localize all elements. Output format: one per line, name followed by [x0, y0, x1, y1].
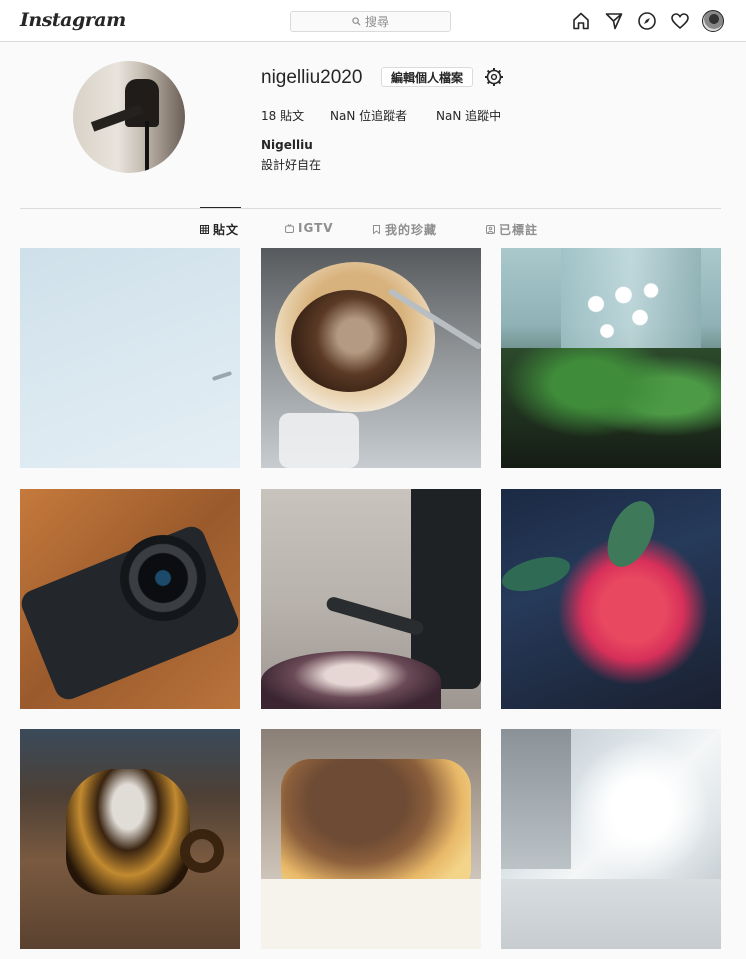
igtv-icon	[285, 223, 294, 233]
search-placeholder: 搜尋	[364, 15, 389, 29]
search-input[interactable]: 搜尋	[290, 11, 451, 32]
settings-gear-icon[interactable]	[484, 67, 504, 87]
post-thumbnail-street[interactable]	[501, 729, 721, 949]
profile-full-name: Nigelliu	[261, 138, 313, 152]
edit-profile-button[interactable]: 編輯個人檔案	[381, 67, 473, 87]
direct-message-icon[interactable]	[604, 11, 624, 31]
post-thumbnail-glass-cup[interactable]	[20, 729, 240, 949]
tab-saved[interactable]: 我的珍藏	[372, 221, 437, 238]
home-icon[interactable]	[571, 11, 591, 31]
post-thumbnail-pour-over[interactable]	[261, 248, 481, 468]
tab-igtv[interactable]: IGTV	[285, 221, 334, 235]
tab-tagged[interactable]: 已標註	[486, 221, 538, 238]
post-thumbnail-kettle-pour[interactable]	[261, 489, 481, 709]
top-navigation-bar: Instagram 搜尋	[0, 0, 746, 42]
instagram-logo[interactable]: Instagram	[20, 9, 126, 31]
tagged-icon	[486, 225, 495, 234]
profile-bio: 設計好自在	[261, 158, 322, 172]
posts-count: 18 貼文	[261, 109, 305, 123]
profile-avatar-button[interactable]	[702, 10, 724, 32]
tabs-divider	[20, 208, 721, 209]
tab-posts-label: 貼文	[213, 223, 240, 237]
search-icon	[352, 17, 361, 26]
profile-username: nigelliu2020	[261, 67, 363, 88]
post-thumbnail-camera[interactable]	[20, 489, 240, 709]
tab-posts[interactable]: 貼文	[200, 221, 239, 238]
following-count[interactable]: NaN 追蹤中	[436, 107, 501, 124]
post-thumbnail-red-flower[interactable]	[501, 489, 721, 709]
post-thumbnail-cheesecake[interactable]	[261, 729, 481, 949]
tab-saved-label: 我的珍藏	[385, 223, 438, 237]
active-tab-indicator	[200, 207, 241, 208]
grid-icon	[200, 225, 209, 234]
activity-heart-icon[interactable]	[670, 11, 690, 31]
bookmark-icon	[373, 225, 380, 234]
tab-tagged-label: 已標註	[499, 223, 539, 237]
explore-icon[interactable]	[637, 11, 657, 31]
tab-igtv-label: IGTV	[298, 221, 334, 235]
post-thumbnail-sky[interactable]	[20, 248, 240, 468]
followers-count[interactable]: NaN 位追蹤者	[330, 107, 407, 124]
profile-avatar[interactable]	[73, 61, 185, 173]
post-thumbnail-white-flowers[interactable]	[501, 248, 721, 468]
